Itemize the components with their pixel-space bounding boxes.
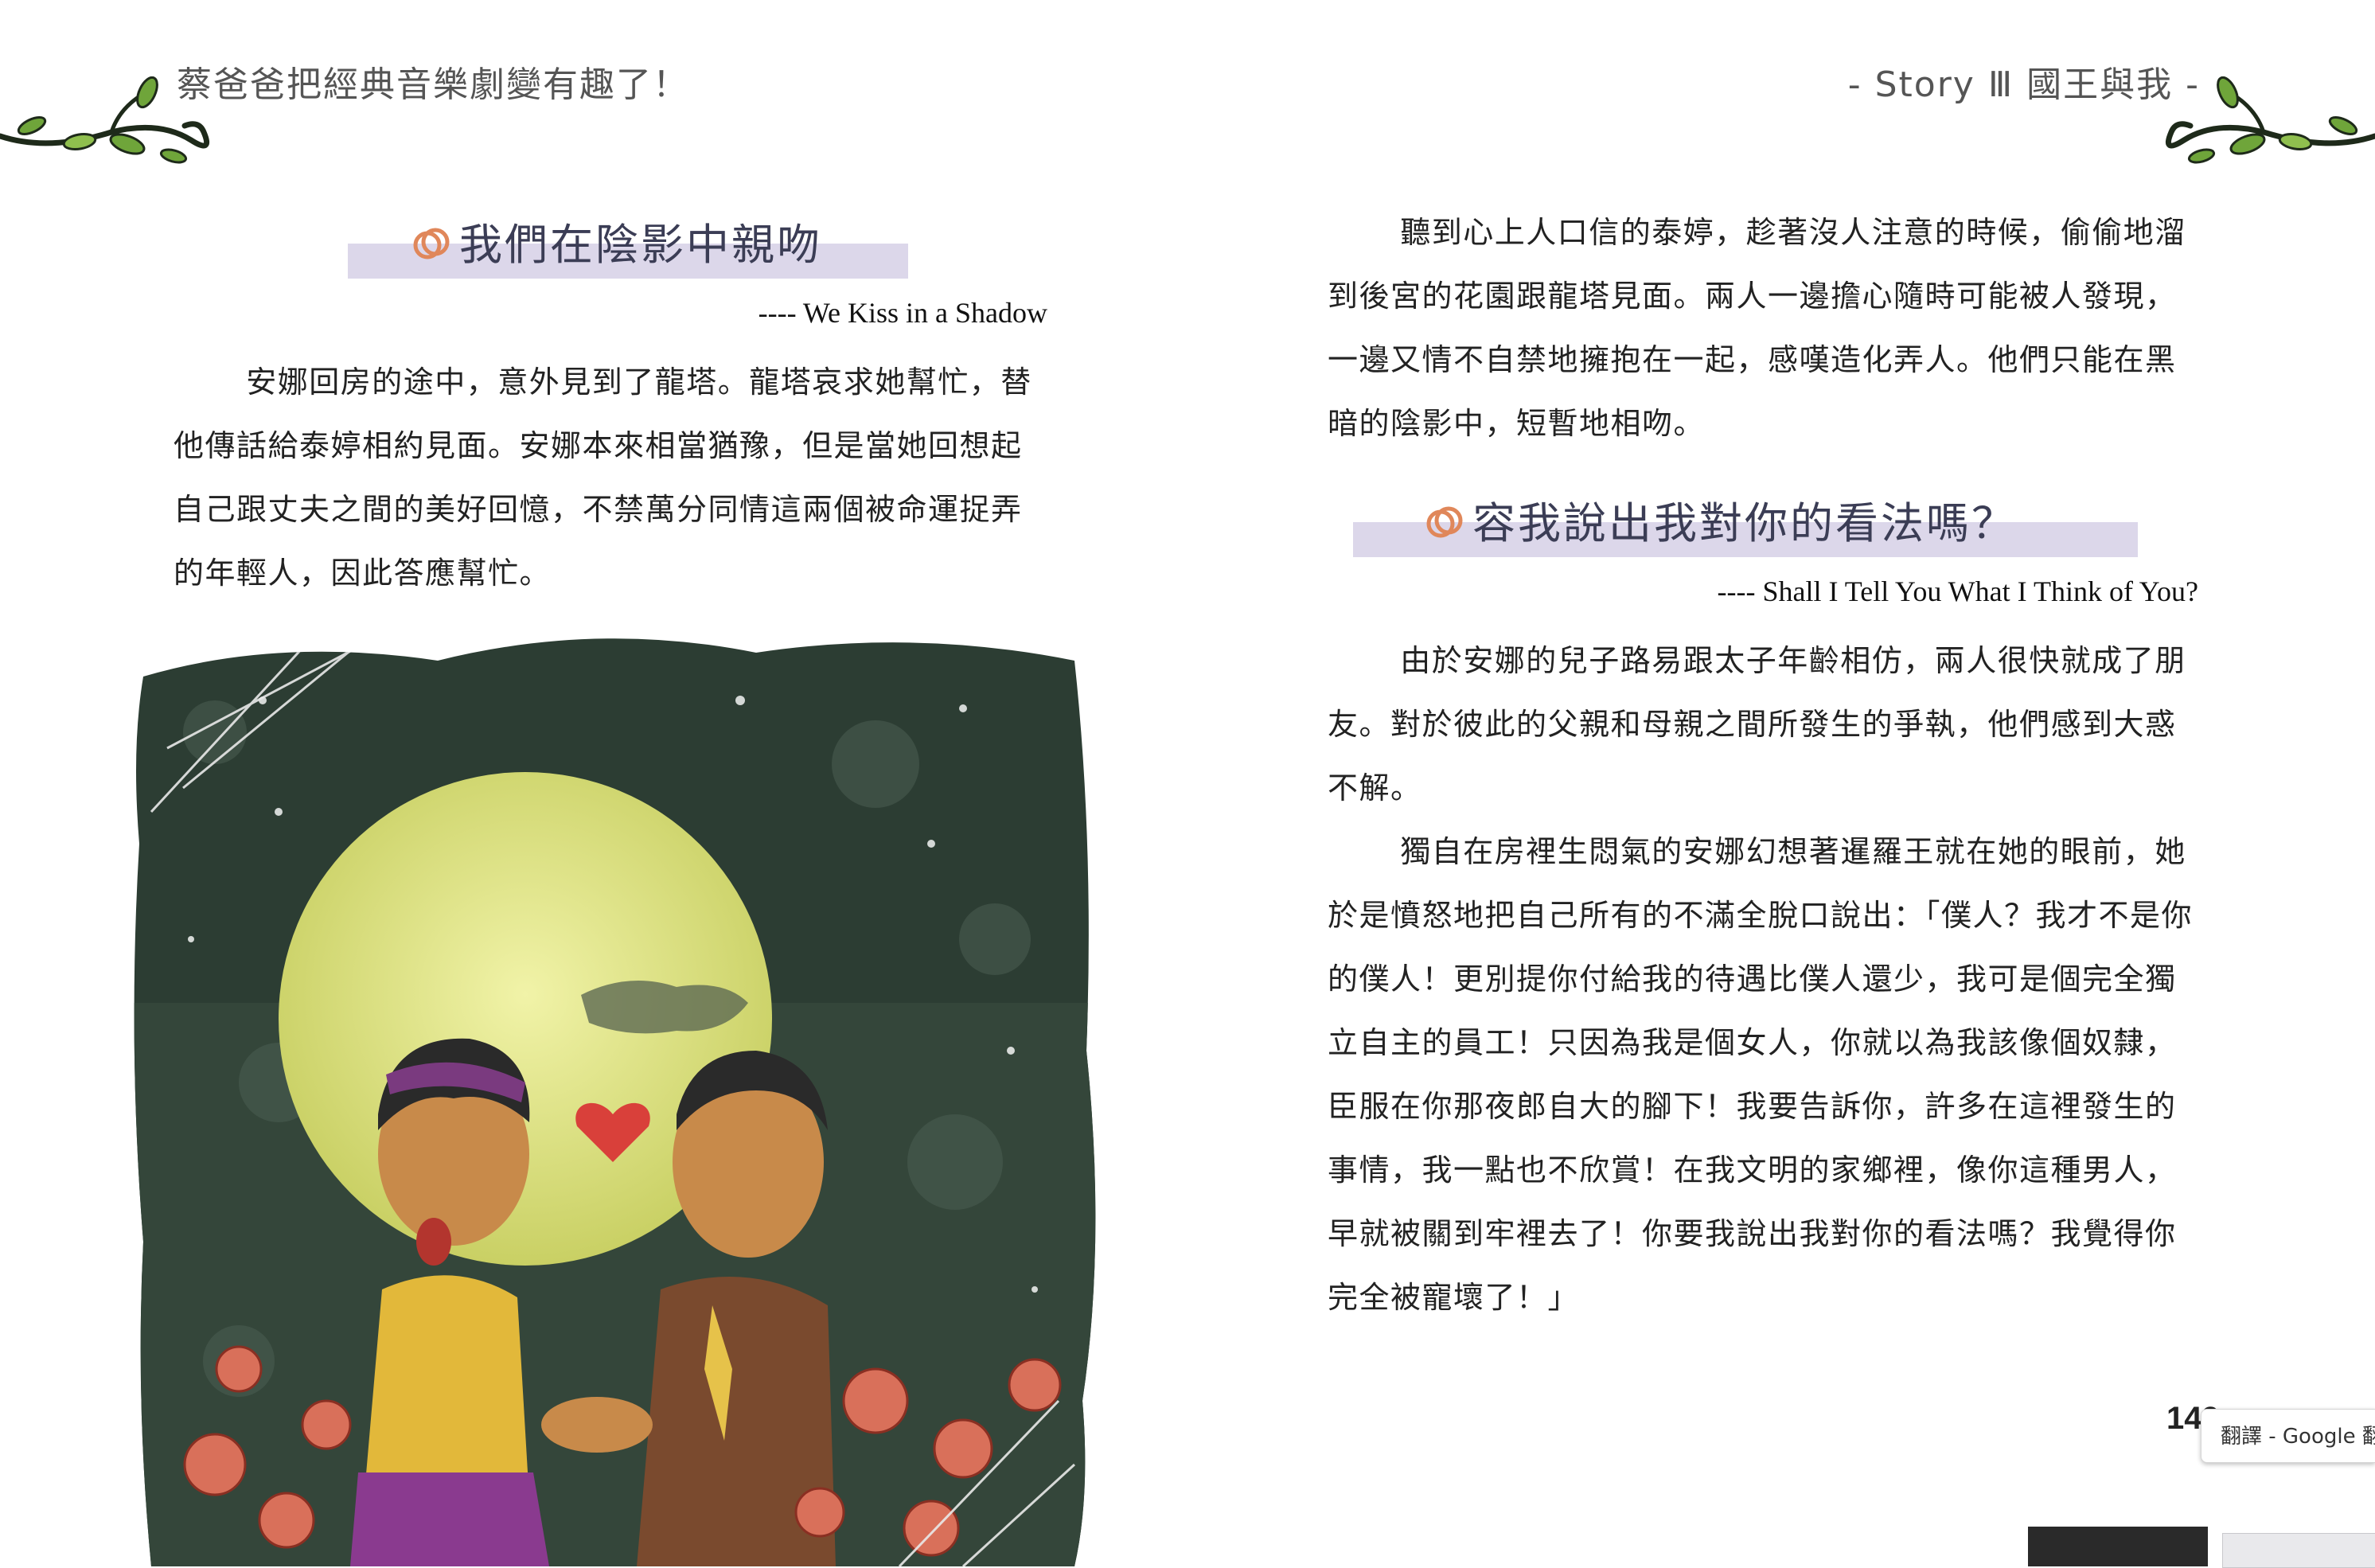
swirl-icon — [413, 228, 450, 259]
body-paragraphs: 由於安娜的兒子路易跟太子年齡相仿，兩人很快就成了朋友。對於彼此的父親和母親之間所… — [1328, 629, 2203, 1329]
right-page: - Story Ⅲ 國王與我 - 聽到心上人口信的泰婷，趁著沒人注意的時候，偷偷… — [1188, 0, 2375, 1566]
section-title: 容我說出我對你的看法嗎？ — [1472, 498, 2017, 548]
running-head-book-title: 蔡爸爸把經典音樂劇變有趣了！ — [177, 64, 689, 105]
taskbar-thumbnail-dark[interactable] — [2028, 1527, 2208, 1566]
vine-ornament-right — [2166, 76, 2375, 164]
taskbar-thumbnail-light[interactable] — [2222, 1533, 2375, 1568]
section-subtitle: ---- We Kiss in a Shadow — [758, 297, 1047, 329]
paragraph-text: 聽到心上人口信的泰婷，趁著沒人注意的時候，偷偷地溜到後宮的花園跟龍塔見面。兩人一… — [1328, 215, 2186, 441]
google-translate-chip[interactable]: 翻譯 - Google 翻 — [2201, 1409, 2375, 1463]
section-heading-shall-i-tell-you: 容我說出我對你的看法嗎？ — [1353, 470, 2138, 557]
paragraph-text: 獨自在房裡生悶氣的安娜幻想著暹羅王就在她的眼前，她於是憤怒地把自己所有的不滿全脫… — [1328, 834, 2194, 1315]
vine-ornament-left — [0, 76, 209, 164]
illustration-moonlit-couple — [134, 638, 1096, 1566]
paragraph-text: 安娜回房的途中，意外見到了龍塔。龍塔哀求她幫忙，替他傳話給泰婷相約見面。安娜本來… — [174, 365, 1032, 591]
body-paragraph: 安娜回房的途中，意外見到了龍塔。龍塔哀求她幫忙，替他傳話給泰婷相約見面。安娜本來… — [174, 350, 1047, 605]
section-heading-we-kiss: 我們在陰影中親吻 — [348, 191, 908, 279]
section-title: 我們在陰影中親吻 — [459, 220, 822, 270]
swirl-icon — [1426, 506, 1463, 538]
paragraph-text: 由於安娜的兒子路易跟太子年齡相仿，兩人很快就成了朋友。對於彼此的父親和母親之間所… — [1328, 643, 2186, 805]
intro-paragraph: 聽到心上人口信的泰婷，趁著沒人注意的時候，偷偷地溜到後宮的花園跟龍塔見面。兩人一… — [1328, 201, 2203, 455]
section-subtitle: ---- Shall I Tell You What I Think of Yo… — [1717, 575, 2198, 607]
left-page: 蔡爸爸把經典音樂劇變有趣了！ 我們在陰影中親吻 ---- We Kiss in … — [0, 0, 1188, 1566]
